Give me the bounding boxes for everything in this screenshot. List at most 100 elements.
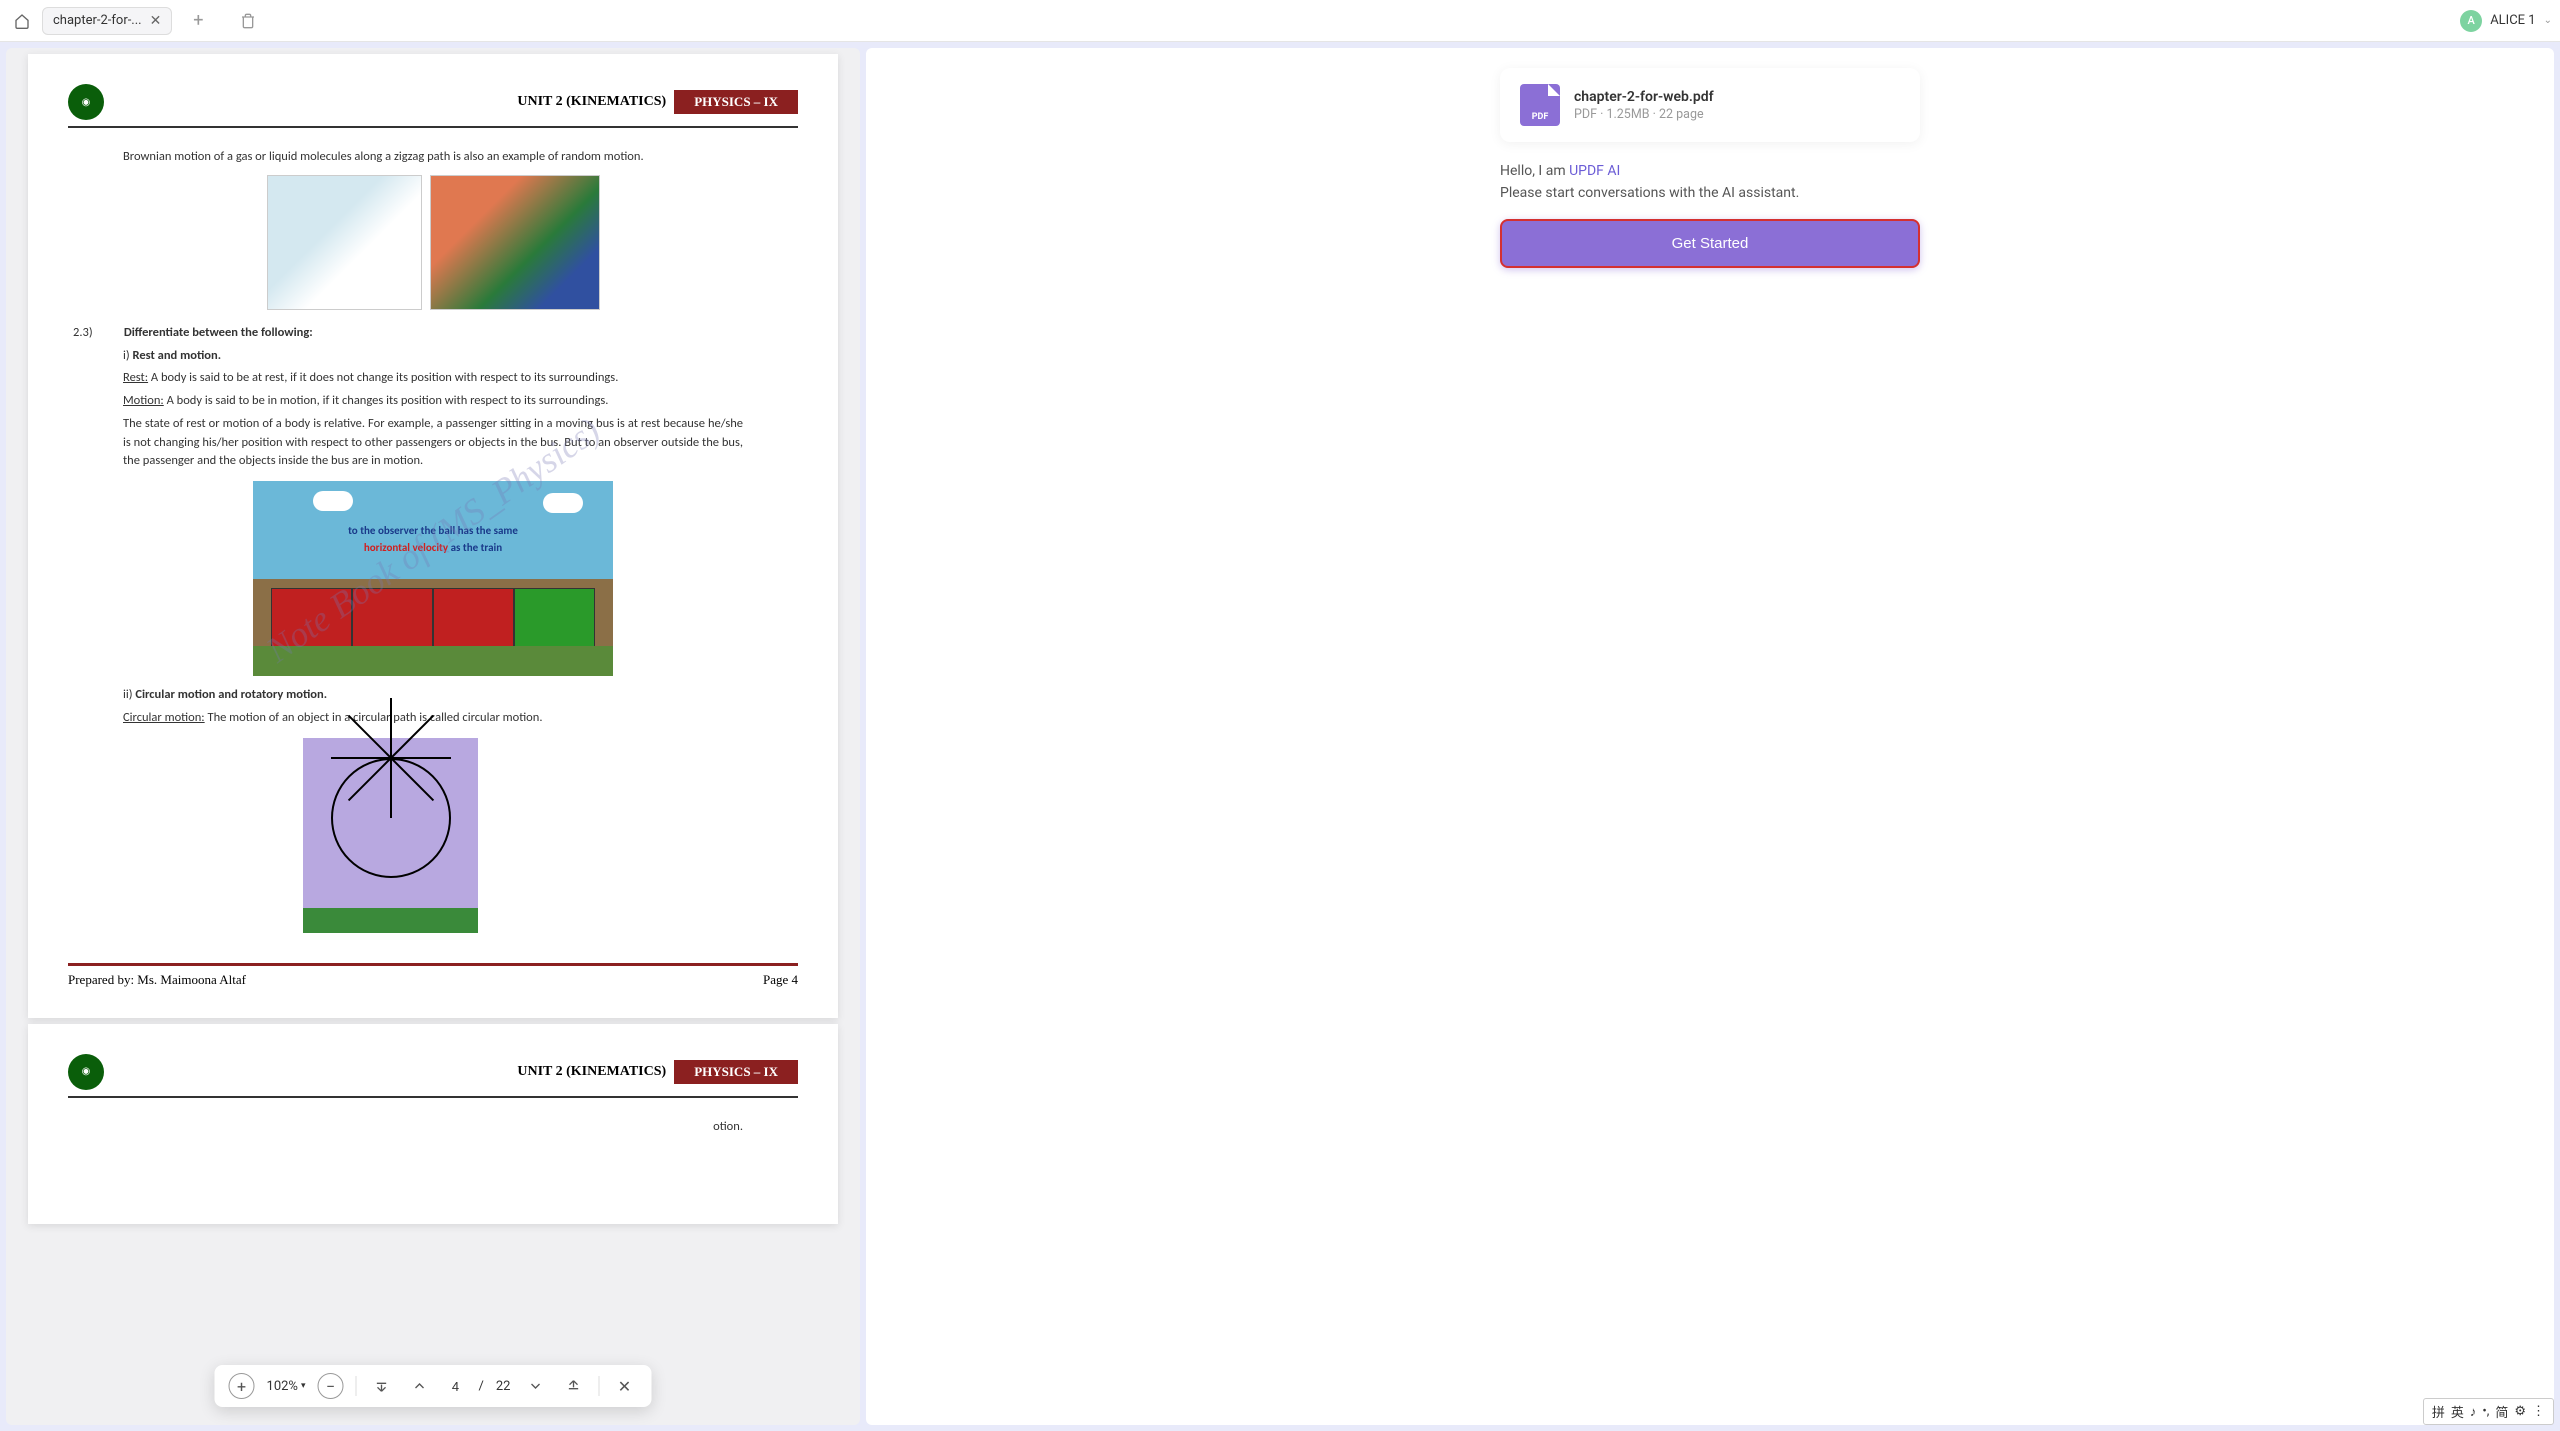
- chevron-top-icon: [373, 1378, 389, 1394]
- rest-label: Rest:: [123, 370, 148, 385]
- chevron-bottom-icon: [565, 1378, 581, 1394]
- motion-text: A body is said to be in motion, if it ch…: [164, 393, 609, 408]
- unit-title: UNIT 2 (KINEMATICS): [509, 91, 674, 113]
- close-icon: ✕: [618, 1377, 631, 1396]
- circular-text: The motion of an object in a circular pa…: [205, 710, 543, 725]
- prev-page-button[interactable]: [406, 1373, 432, 1399]
- file-info: chapter-2-for-web.pdf PDF · 1.25MB · 22 …: [1574, 89, 1714, 122]
- username-label: ALICE 1: [2490, 13, 2535, 28]
- plus-icon: +: [237, 1377, 246, 1396]
- chevron-up-icon: [411, 1378, 427, 1394]
- train-illustration: to the observer the ball has the same ho…: [253, 481, 613, 676]
- sub-i-title: Rest and motion.: [133, 348, 222, 363]
- sub-question-ii: ii) Circular motion and rotatory motion.: [123, 686, 743, 705]
- pdf-scroll-area[interactable]: ◉ UNIT 2 (KINEMATICS) PHYSICS – IX Note …: [6, 48, 860, 1425]
- paragraph-brownian: Brownian motion of a gas or liquid molec…: [123, 148, 743, 167]
- tab-title: chapter-2-for-...: [53, 13, 142, 28]
- separator: [355, 1376, 356, 1396]
- school-logo-icon: ◉: [68, 1054, 104, 1090]
- chevron-down-icon: [527, 1378, 543, 1394]
- next-page-button[interactable]: [522, 1373, 548, 1399]
- sub-ii-prefix: ii): [123, 687, 135, 702]
- hockey-players-image: [430, 175, 600, 310]
- sub-question-i: i) Rest and motion.: [123, 347, 743, 366]
- tab-close-button[interactable]: ✕: [150, 13, 162, 29]
- page-total: 22: [496, 1379, 511, 1394]
- butterflies-image: [267, 175, 422, 310]
- school-logo-icon: ◉: [68, 84, 104, 120]
- top-left-group: chapter-2-for-... ✕ +: [8, 7, 262, 35]
- page-header: ◉ UNIT 2 (KINEMATICS) PHYSICS – IX: [68, 84, 798, 128]
- home-button[interactable]: [8, 7, 36, 35]
- subject-badge: PHYSICS – IX: [674, 1060, 798, 1084]
- greeting-prefix: Hello, I am: [1500, 163, 1569, 179]
- file-name: chapter-2-for-web.pdf: [1574, 89, 1714, 105]
- get-started-button[interactable]: Get Started: [1500, 219, 1920, 268]
- page-number-input[interactable]: [444, 1379, 466, 1394]
- circular-label: Circular motion:: [123, 710, 205, 725]
- unit-title: UNIT 2 (KINEMATICS): [509, 1061, 674, 1083]
- subject-badge: PHYSICS – IX: [674, 90, 798, 114]
- greeting-line-1: Hello, I am UPDF AI: [1500, 160, 1920, 182]
- chevron-down-icon: ▾: [301, 1381, 306, 1391]
- chat-pane: PDF chapter-2-for-web.pdf PDF · 1.25MB ·…: [866, 48, 2554, 1425]
- pdf-page-next: ◉ UNIT 2 (KINEMATICS) PHYSICS – IX otion…: [28, 1024, 838, 1224]
- ime-punct-icon[interactable]: •,: [2482, 1404, 2489, 1419]
- chevron-down-icon: ⌄: [2544, 15, 2552, 26]
- file-card: PDF chapter-2-for-web.pdf PDF · 1.25MB ·…: [1500, 68, 1920, 142]
- pdf-page: ◉ UNIT 2 (KINEMATICS) PHYSICS – IX Note …: [28, 54, 838, 1018]
- pdf-file-icon: PDF: [1520, 84, 1560, 126]
- trash-button[interactable]: [234, 7, 262, 35]
- motion-label: Motion:: [123, 393, 164, 408]
- trash-icon: [240, 13, 256, 29]
- ime-voice-icon[interactable]: ♪: [2470, 1404, 2477, 1420]
- ime-toolbar: 拼 英 ♪ •, 简 ⚙ ⋮: [2423, 1398, 2554, 1425]
- zoom-in-button[interactable]: +: [229, 1373, 255, 1399]
- sub-ii-title: Circular motion and rotatory motion.: [135, 687, 327, 702]
- relative-motion-para: The state of rest or motion of a body is…: [123, 415, 743, 471]
- footer-author: Prepared by: Ms. Maimoona Altaf: [68, 972, 246, 988]
- rest-definition: Rest: A body is said to be at rest, if i…: [123, 369, 743, 388]
- page-separator: /: [478, 1379, 483, 1394]
- circular-motion-definition: Circular motion: The motion of an object…: [123, 709, 743, 728]
- first-page-button[interactable]: [368, 1373, 394, 1399]
- ime-mode-pinyin[interactable]: 拼: [2432, 1402, 2445, 1421]
- close-toolbar-button[interactable]: ✕: [611, 1373, 637, 1399]
- question-title: Differentiate between the following:: [124, 325, 313, 340]
- avatar: A: [2460, 10, 2482, 32]
- train-caption: to the observer the ball has the same ho…: [348, 523, 518, 556]
- pdf-viewer-pane: ◉ UNIT 2 (KINEMATICS) PHYSICS – IX Note …: [6, 48, 860, 1425]
- ime-more-icon[interactable]: ⋮: [2532, 1404, 2545, 1419]
- motion-definition: Motion: A body is said to be in motion, …: [123, 392, 743, 411]
- top-bar: chapter-2-for-... ✕ + A ALICE 1 ⌄: [0, 0, 2560, 42]
- page-header: ◉ UNIT 2 (KINEMATICS) PHYSICS – IX: [68, 1054, 798, 1098]
- page-body: otion.: [68, 1118, 798, 1137]
- question-heading: 2.3) Differentiate between the following…: [73, 324, 743, 343]
- ime-settings-icon[interactable]: ⚙: [2514, 1404, 2526, 1419]
- zoom-out-button[interactable]: −: [317, 1373, 343, 1399]
- user-menu[interactable]: A ALICE 1 ⌄: [2460, 10, 2552, 32]
- page-body: Note Book of (MS_Physics) Brownian motio…: [68, 148, 798, 933]
- ferris-wheel-illustration: [303, 738, 478, 933]
- ime-lang-toggle[interactable]: 英: [2451, 1402, 2464, 1421]
- zoom-value: 102%: [267, 1379, 298, 1394]
- greeting-line-2: Please start conversations with the AI a…: [1500, 182, 1920, 204]
- new-tab-button[interactable]: +: [184, 7, 212, 35]
- pdf-toolbar: + 102% ▾ − / 22: [215, 1365, 652, 1407]
- header-titles: UNIT 2 (KINEMATICS) PHYSICS – IX: [509, 90, 798, 114]
- footer-page-number: Page 4: [763, 972, 798, 988]
- image-row-1: [123, 175, 743, 310]
- page-footer: Prepared by: Ms. Maimoona Altaf Page 4: [68, 963, 798, 988]
- last-page-button[interactable]: [560, 1373, 586, 1399]
- header-titles: UNIT 2 (KINEMATICS) PHYSICS – IX: [509, 1060, 798, 1084]
- next-page-snippet: otion.: [123, 1118, 743, 1137]
- file-meta: PDF · 1.25MB · 22 page: [1574, 107, 1714, 122]
- brand-link[interactable]: UPDF AI: [1569, 163, 1620, 179]
- document-tab[interactable]: chapter-2-for-... ✕: [42, 7, 172, 35]
- home-icon: [14, 13, 30, 29]
- zoom-level-dropdown[interactable]: 102% ▾: [267, 1379, 306, 1394]
- minus-icon: −: [326, 1377, 335, 1396]
- sub-i-prefix: i): [123, 348, 133, 363]
- main-content: ◉ UNIT 2 (KINEMATICS) PHYSICS – IX Note …: [0, 42, 2560, 1431]
- ime-simplified-toggle[interactable]: 简: [2495, 1402, 2508, 1421]
